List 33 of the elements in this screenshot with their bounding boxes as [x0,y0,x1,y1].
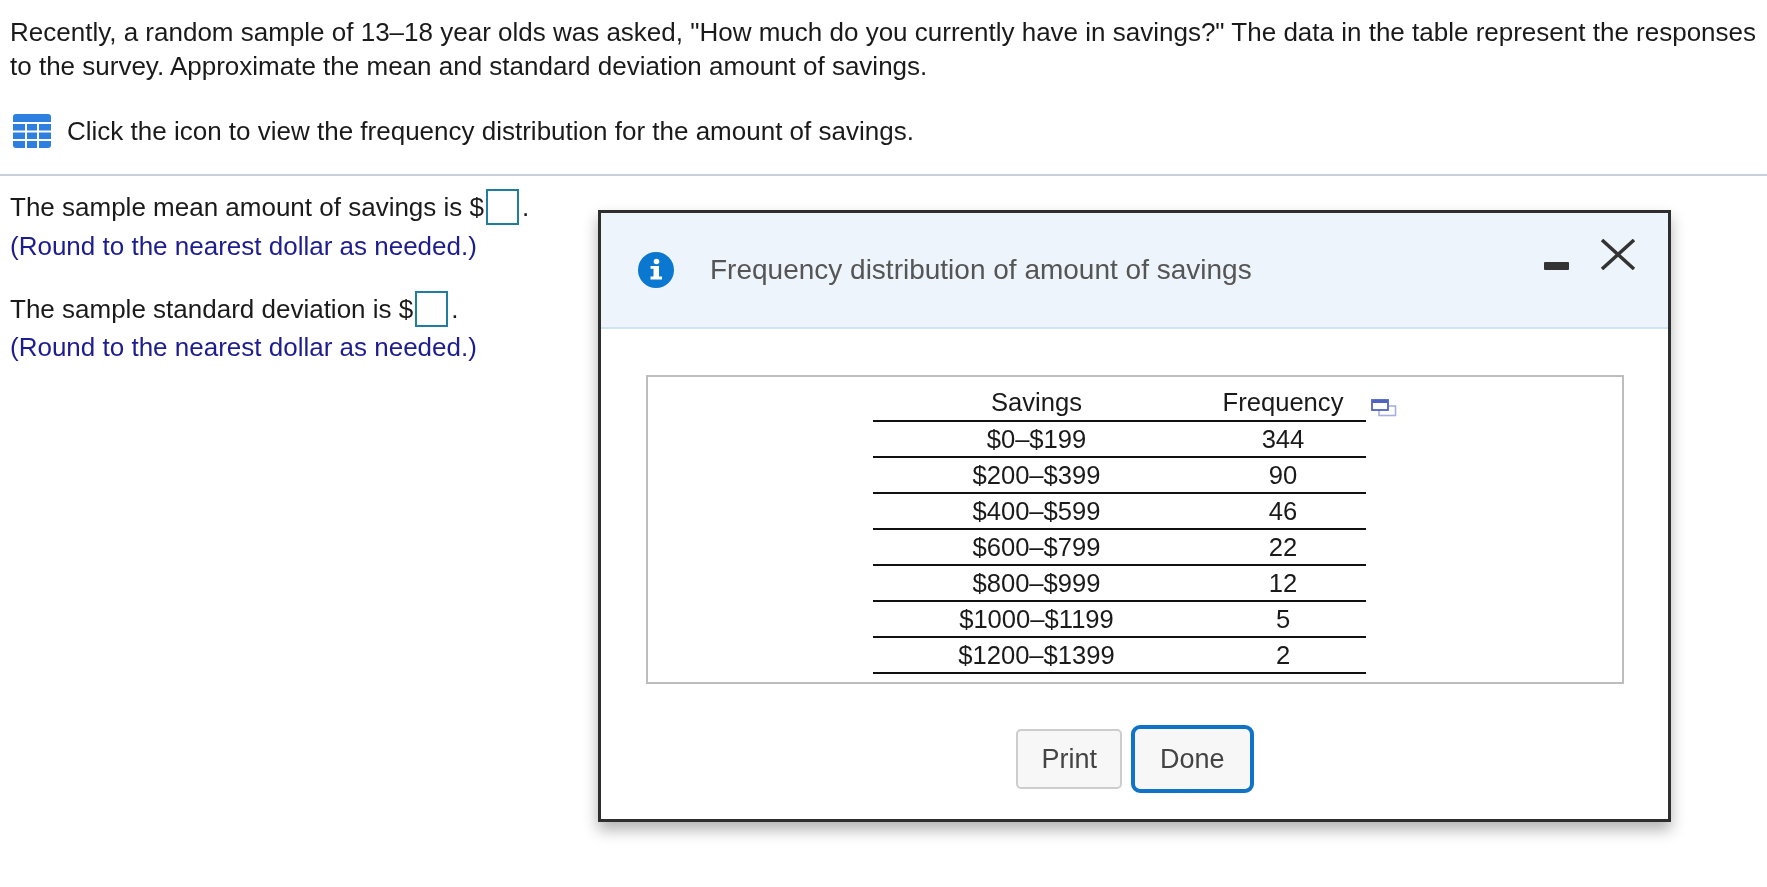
dialog-title: Frequency distribution of amount of savings [710,254,1252,286]
question-text: Recently, a random sample of 13–18 year olds was asked, "How much do you currently have in savings?" The data in the table represent the responses to the survey. Approximate the mean and standard deviation amount of savings. [10,16,1757,83]
done-button[interactable]: Done [1131,725,1254,793]
table-icon[interactable] [13,114,51,148]
table-cell: $1200–$1399 [873,637,1200,673]
table-cell: $0–$199 [873,421,1200,457]
rounding-hint: (Round to the nearest dollar as needed.) [10,331,477,364]
table-cell: $800–$999 [873,565,1200,601]
table-cell: 90 [1200,457,1366,493]
table-cell: $400–$599 [873,493,1200,529]
table-cell: 5 [1200,601,1366,637]
table-cell: $200–$399 [873,457,1200,493]
column-header: Frequency [1200,385,1366,421]
rounding-hint: (Round to the nearest dollar as needed.) [10,230,477,263]
copy-icon[interactable] [1371,399,1397,417]
table-cell: 344 [1200,421,1366,457]
instruction-text: Click the icon to view the frequency distribution for the amount of savings. [67,115,914,148]
question-prompt: The sample standard deviation is $ [10,293,414,325]
table-cell: 12 [1200,565,1366,601]
table-cell: $600–$799 [873,529,1200,565]
table-cell: 46 [1200,493,1366,529]
table-cell: $1000–$1199 [873,601,1200,637]
period-text: . [522,191,530,223]
print-button[interactable]: Print [1016,729,1122,789]
period-text: . [451,293,459,325]
question-prompt: The sample mean amount of savings is $ [10,191,485,223]
close-icon[interactable] [1600,239,1636,270]
info-icon [638,252,674,288]
table-cell: 22 [1200,529,1366,565]
answer-box[interactable] [486,189,520,225]
table-cell: 2 [1200,637,1366,673]
column-header: Savings [873,385,1200,421]
answer-box[interactable] [415,291,449,327]
